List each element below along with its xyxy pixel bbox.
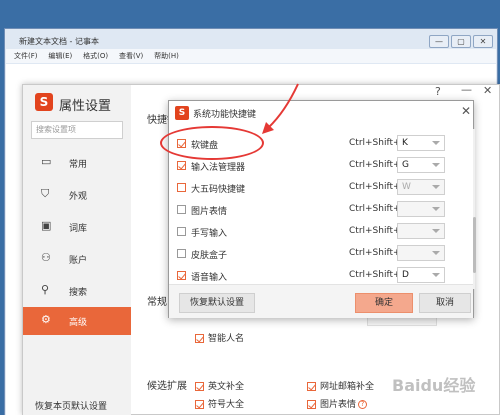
shortcut-row-image-emoji: 图片表情 Ctrl+Shift+ bbox=[169, 201, 475, 219]
modifier-label: Ctrl+Shift+ bbox=[349, 270, 401, 280]
notepad-title: 新建文本文档 - 记事本 bbox=[19, 37, 99, 46]
row-label: 输入法管理器 bbox=[191, 163, 246, 173]
nav-item-search[interactable]: ⚲ 搜索 bbox=[23, 277, 131, 305]
search-icon: ⚲ bbox=[41, 283, 50, 296]
sogou-logo: S bbox=[35, 93, 53, 111]
close-icon[interactable]: ✕ bbox=[461, 104, 471, 118]
checkbox[interactable] bbox=[307, 400, 316, 409]
menu-format[interactable]: 格式(O) bbox=[83, 49, 108, 63]
monitor-icon: ▭ bbox=[41, 155, 52, 168]
checkbox[interactable] bbox=[177, 183, 186, 192]
option-label: 英文补全 bbox=[208, 382, 245, 392]
checkbox[interactable] bbox=[177, 161, 186, 170]
settings-title: 属性设置 bbox=[59, 99, 112, 114]
option-label: 符号大全 bbox=[208, 400, 245, 410]
nav-item-account[interactable]: ⚇ 账户 bbox=[23, 245, 131, 273]
row-label: 大五码快捷键 bbox=[191, 185, 246, 195]
option-label: 网址邮箱补全 bbox=[320, 382, 375, 392]
help-icon[interactable]: ? bbox=[435, 85, 441, 98]
option-image-emoji[interactable]: 图片表情? bbox=[307, 397, 368, 410]
section-normal-label: 常规 bbox=[147, 297, 167, 308]
annotation-ellipse bbox=[160, 126, 264, 160]
modifier-label: Ctrl+Shift+ bbox=[349, 248, 401, 258]
checkbox[interactable] bbox=[177, 271, 186, 280]
ok-button[interactable]: 确定 bbox=[355, 293, 413, 313]
dialog-title: 系统功能快捷键 bbox=[193, 110, 257, 120]
close-button[interactable]: ✕ bbox=[473, 35, 493, 48]
minimize-icon[interactable]: — bbox=[461, 83, 472, 96]
option-symbol-all[interactable]: 符号大全 bbox=[195, 397, 244, 410]
checkbox[interactable] bbox=[195, 334, 204, 343]
option-web-email[interactable]: 网址邮箱补全 bbox=[307, 379, 374, 392]
key-select[interactable] bbox=[397, 245, 445, 261]
row-label: 皮肤盒子 bbox=[191, 251, 228, 261]
user-icon: ⚇ bbox=[41, 251, 51, 264]
modifier-label: Ctrl+Shift+ bbox=[349, 204, 401, 214]
modifier-label: Ctrl+Shift+ bbox=[349, 160, 401, 170]
key-select[interactable] bbox=[397, 201, 445, 217]
key-select[interactable] bbox=[397, 223, 445, 239]
option-label: 图片表情 bbox=[320, 400, 357, 410]
checkbox[interactable] bbox=[195, 382, 204, 391]
checkbox[interactable] bbox=[177, 205, 186, 214]
key-select[interactable]: G bbox=[397, 157, 445, 173]
menu-view[interactable]: 查看(V) bbox=[119, 49, 143, 63]
nav-item-dictionary[interactable]: ▣ 词库 bbox=[23, 213, 131, 241]
shortcut-row-big5: 大五码快捷键 Ctrl+Shift+ W bbox=[169, 179, 475, 197]
scrollbar-thumb[interactable] bbox=[473, 217, 476, 273]
key-select[interactable]: D bbox=[397, 267, 445, 283]
key-select[interactable]: K bbox=[397, 135, 445, 151]
shortcut-row-handwriting: 手写输入 Ctrl+Shift+ bbox=[169, 223, 475, 241]
restore-defaults-button[interactable]: 恢复默认设置 bbox=[179, 293, 255, 313]
shirt-icon: ⛉ bbox=[41, 187, 50, 200]
key-select[interactable]: W bbox=[397, 179, 445, 195]
checkbox[interactable] bbox=[307, 382, 316, 391]
nav-label: 常用 bbox=[69, 160, 88, 170]
modifier-label: Ctrl+Shift+ bbox=[349, 138, 401, 148]
notepad-menubar: 文件(F) 编辑(E) 格式(O) 查看(V) 帮助(H) bbox=[6, 49, 496, 63]
watermark: Baidu经验 bbox=[392, 376, 476, 395]
settings-search-input[interactable]: 搜索设置项 bbox=[31, 121, 123, 139]
shortcut-row-voice-input: 语音输入 Ctrl+Shift+ D bbox=[169, 267, 475, 285]
nav-item-appearance[interactable]: ⛉ 外观 bbox=[23, 181, 131, 209]
maximize-button[interactable]: ▢ bbox=[451, 35, 471, 48]
minimize-button[interactable]: — bbox=[429, 35, 449, 48]
row-label: 图片表情 bbox=[191, 207, 228, 217]
checkbox[interactable] bbox=[195, 400, 204, 409]
nav-item-common[interactable]: ▭ 常用 bbox=[23, 149, 131, 177]
row-label: 语音输入 bbox=[191, 273, 228, 283]
modifier-label: Ctrl+Shift+ bbox=[349, 226, 401, 236]
menu-help[interactable]: 帮助(H) bbox=[154, 49, 179, 63]
cancel-button[interactable]: 取消 bbox=[419, 293, 471, 313]
nav-item-advanced[interactable]: ⚙ 高级 bbox=[23, 307, 131, 335]
nav-label: 词库 bbox=[69, 224, 88, 234]
option-label: 智能人名 bbox=[208, 334, 245, 344]
nav-label: 搜索 bbox=[69, 288, 88, 298]
row-label: 手写输入 bbox=[191, 229, 228, 239]
shortcut-row-skin-box: 皮肤盒子 Ctrl+Shift+ bbox=[169, 245, 475, 263]
menu-edit[interactable]: 编辑(E) bbox=[48, 49, 72, 63]
settings-sidebar: S 属性设置 搜索设置项 ▭ 常用 ⛉ 外观 ▣ 词库 ⚇ 账户 ⚲ 搜索 ⚙ … bbox=[23, 85, 131, 415]
help-icon[interactable]: ? bbox=[358, 400, 368, 409]
gear-icon: ⚙ bbox=[41, 313, 51, 326]
checkbox[interactable] bbox=[177, 249, 186, 258]
checkbox[interactable] bbox=[177, 227, 186, 236]
section-candidate-label: 候选扩展 bbox=[147, 381, 187, 392]
sogou-logo: S bbox=[175, 106, 189, 120]
close-icon[interactable]: ✕ bbox=[483, 84, 492, 97]
nav-label: 外观 bbox=[69, 192, 88, 202]
menu-file[interactable]: 文件(F) bbox=[14, 49, 38, 63]
option-smart-name[interactable]: 智能人名 bbox=[195, 331, 244, 344]
dictionary-icon: ▣ bbox=[41, 219, 52, 232]
option-english-complete[interactable]: 英文补全 bbox=[195, 379, 244, 392]
restore-page-defaults-link[interactable]: 恢复本页默认设置 bbox=[35, 399, 107, 412]
nav-label: 高级 bbox=[69, 318, 88, 328]
modifier-label: Ctrl+Shift+ bbox=[349, 182, 401, 192]
nav-label: 账户 bbox=[69, 256, 88, 266]
